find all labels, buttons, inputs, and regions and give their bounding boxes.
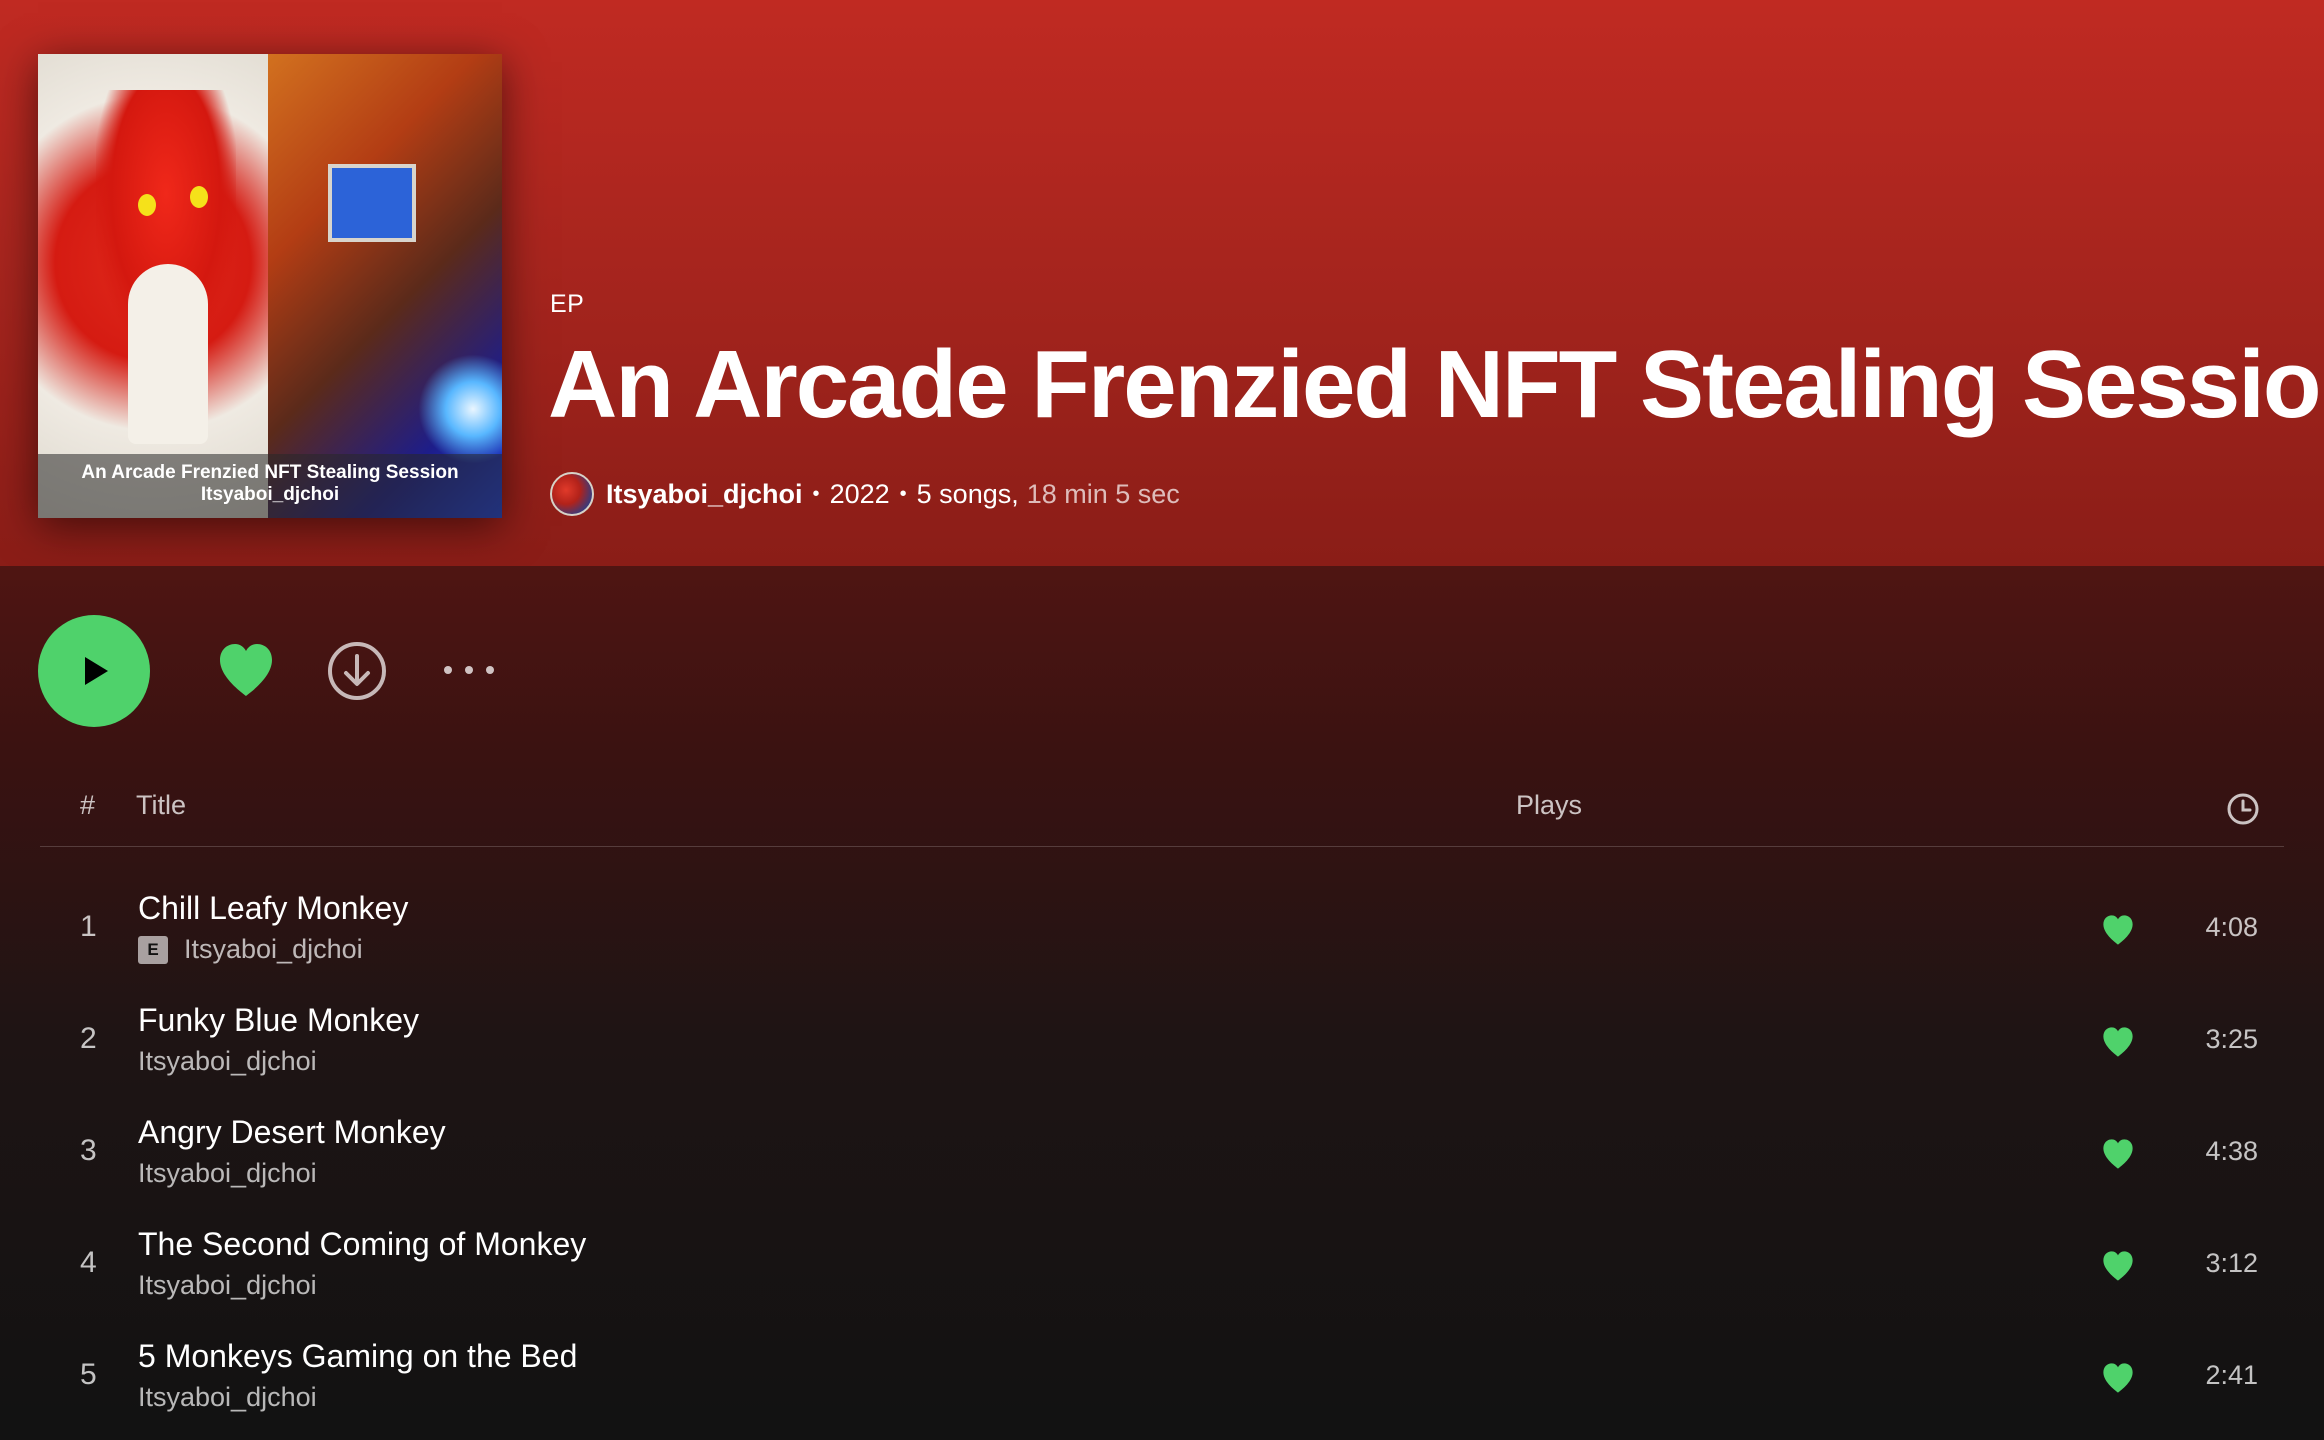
download-icon: [328, 642, 386, 700]
track-like-button[interactable]: [2100, 1024, 2136, 1060]
more-horizontal-icon: [444, 666, 494, 674]
track-artist[interactable]: Itsyaboi_djchoi: [184, 934, 363, 965]
track-like-button[interactable]: [2100, 1136, 2136, 1172]
track-title[interactable]: Funky Blue Monkey: [138, 1002, 419, 1039]
table-header-divider: [40, 846, 2284, 847]
heart-filled-icon: [2103, 1139, 2133, 1169]
track-number: 2: [80, 1022, 97, 1055]
track-artist[interactable]: Itsyaboi_djchoi: [138, 1046, 317, 1077]
heart-filled-icon: [2103, 1027, 2133, 1057]
column-header-title: Title: [136, 790, 187, 820]
track-artist[interactable]: Itsyaboi_djchoi: [138, 1270, 317, 1301]
cover-caption-title: An Arcade Frenzied NFT Stealing Session: [81, 462, 459, 483]
clock-icon: [2227, 793, 2259, 825]
cover-caption: An Arcade Frenzied NFT Stealing Session …: [38, 454, 502, 518]
track-title[interactable]: Angry Desert Monkey: [138, 1114, 446, 1151]
like-album-button[interactable]: [214, 638, 278, 702]
track-artist-line: Itsyaboi_djchoi: [138, 1046, 317, 1077]
heart-filled-icon: [220, 644, 272, 696]
track-artist-line: Itsyaboi_djchoi: [138, 1270, 317, 1301]
track-artist[interactable]: Itsyaboi_djchoi: [138, 1382, 317, 1413]
more-options-button[interactable]: [440, 655, 500, 685]
cover-art-flash: [418, 354, 502, 464]
album-year: 2022: [829, 478, 890, 509]
track-number: 3: [80, 1134, 97, 1167]
album-meta: Itsyaboi_djchoi • 2022 • 5 songs, 18 min…: [550, 472, 1180, 516]
cover-caption-artist: Itsyaboi_djchoi: [200, 484, 340, 505]
album-song-count: 5 songs,: [916, 478, 1019, 509]
track-artist[interactable]: Itsyaboi_djchoi: [138, 1158, 317, 1189]
play-icon: [85, 657, 108, 685]
column-header-number: #: [80, 790, 96, 820]
track-duration: 4:08: [2205, 912, 2258, 942]
track-duration: 3:25: [2205, 1024, 2258, 1054]
track-row[interactable]: 4 The Second Coming of Monkey Itsyaboi_d…: [0, 1216, 2324, 1328]
track-artist-line: E Itsyaboi_djchoi: [138, 934, 363, 965]
track-number: 4: [80, 1246, 97, 1279]
album-header: An Arcade Frenzied NFT Stealing Session …: [0, 0, 2324, 566]
artist-avatar[interactable]: [550, 472, 594, 516]
track-row[interactable]: 1 Chill Leafy Monkey E Itsyaboi_djchoi 4…: [0, 880, 2324, 992]
track-duration: 4:38: [2205, 1136, 2258, 1166]
meta-separator: •: [899, 482, 907, 505]
track-row[interactable]: 2 Funky Blue Monkey Itsyaboi_djchoi 3:25: [0, 992, 2324, 1104]
track-title[interactable]: Chill Leafy Monkey: [138, 890, 408, 927]
explicit-badge: E: [138, 935, 168, 964]
track-like-button[interactable]: [2100, 912, 2136, 948]
track-artist-line: Itsyaboi_djchoi: [138, 1158, 317, 1189]
track-artist-line: Itsyaboi_djchoi: [138, 1382, 317, 1413]
track-number: 5: [80, 1358, 97, 1391]
album-type-label: EP: [550, 290, 585, 318]
download-button[interactable]: [326, 640, 388, 702]
column-header-plays: Plays: [1516, 790, 1583, 820]
track-number: 1: [80, 910, 97, 943]
album-duration: 18 min 5 sec: [1026, 478, 1180, 509]
column-header-duration: [2226, 792, 2260, 826]
meta-separator: •: [812, 482, 820, 505]
play-button[interactable]: [38, 615, 150, 727]
album-cover: An Arcade Frenzied NFT Stealing Session …: [38, 54, 502, 518]
track-duration: 2:41: [2205, 1360, 2258, 1390]
track-like-button[interactable]: [2100, 1360, 2136, 1396]
artist-link[interactable]: Itsyaboi_djchoi: [606, 479, 803, 510]
track-row[interactable]: 5 5 Monkeys Gaming on the Bed Itsyaboi_d…: [0, 1328, 2324, 1440]
track-duration: 3:12: [2205, 1248, 2258, 1278]
track-like-button[interactable]: [2100, 1248, 2136, 1284]
cover-art-body: [128, 264, 208, 444]
track-title[interactable]: 5 Monkeys Gaming on the Bed: [138, 1338, 577, 1375]
cover-art-screen: [328, 164, 416, 242]
heart-filled-icon: [2103, 1251, 2133, 1281]
cover-art-eye: [138, 194, 156, 216]
track-title[interactable]: The Second Coming of Monkey: [138, 1226, 586, 1263]
track-row[interactable]: 3 Angry Desert Monkey Itsyaboi_djchoi 4:…: [0, 1104, 2324, 1216]
heart-filled-icon: [2103, 915, 2133, 945]
cover-art-eye: [190, 186, 208, 208]
heart-filled-icon: [2103, 1363, 2133, 1393]
album-title: An Arcade Frenzied NFT Stealing Session: [548, 331, 2324, 438]
